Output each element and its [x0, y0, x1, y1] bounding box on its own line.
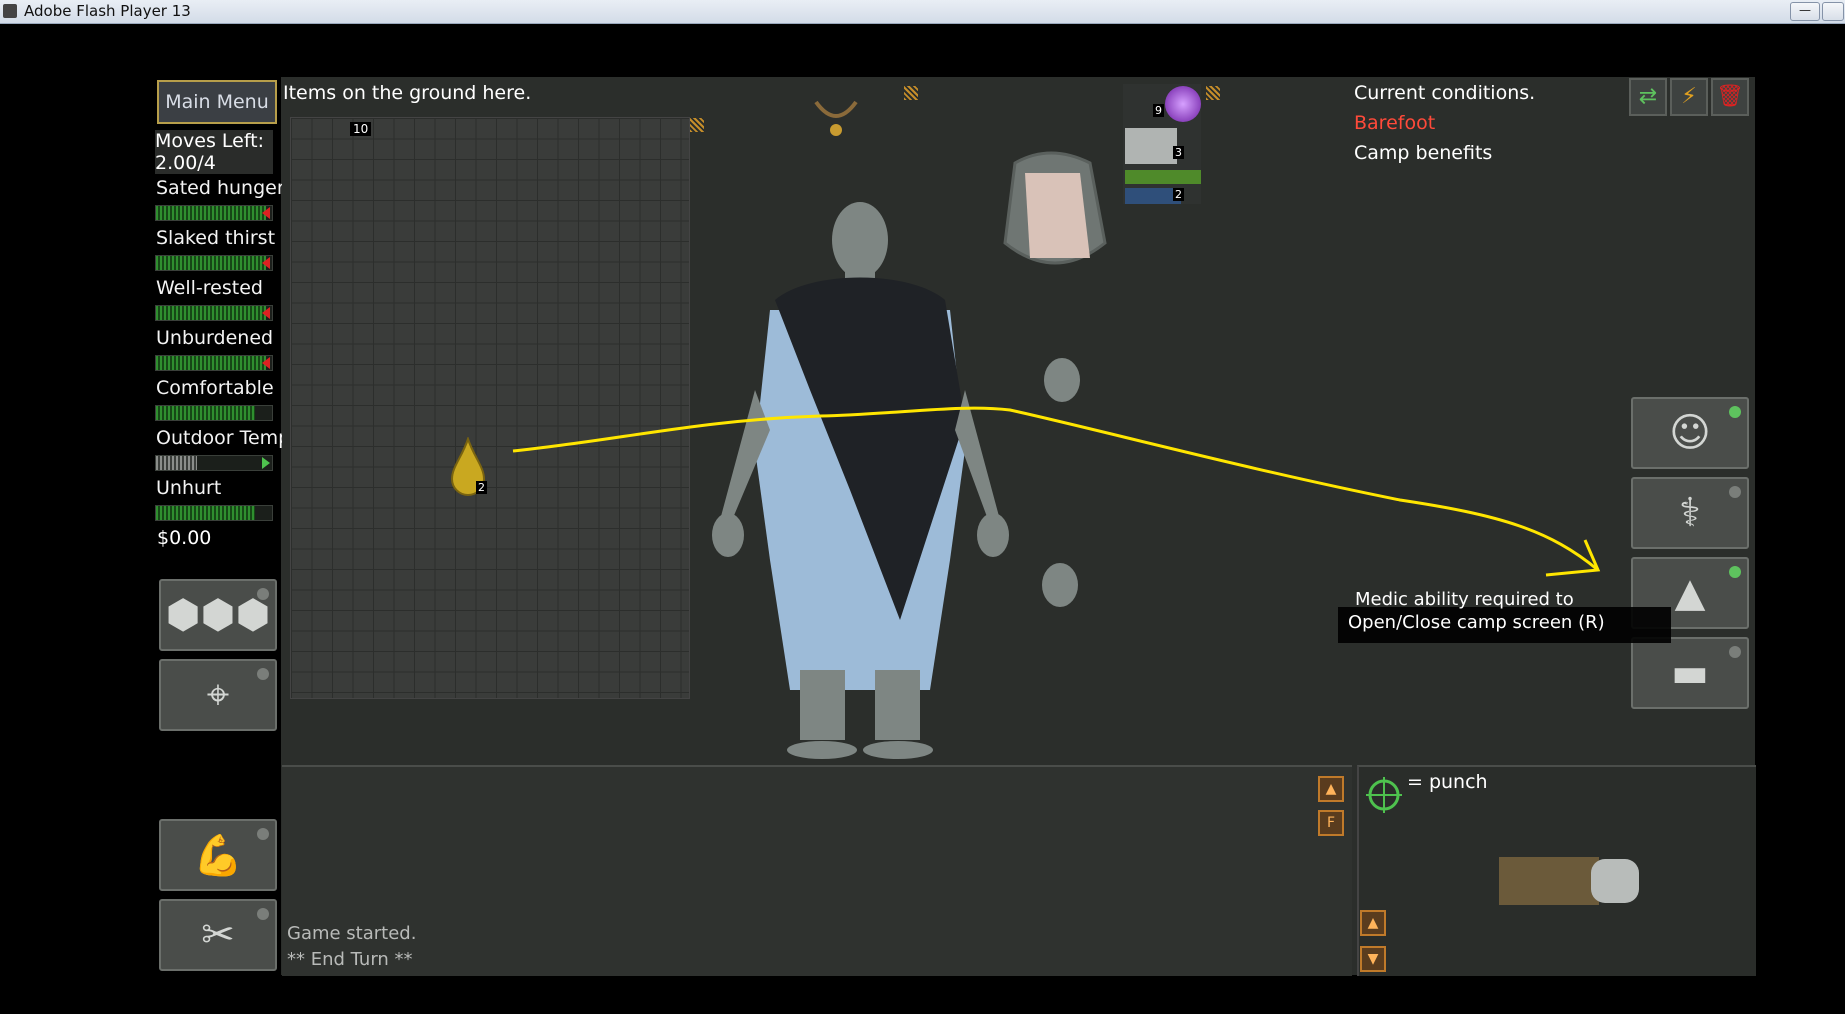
caduceus-icon: ⚕	[1679, 490, 1701, 536]
log-scroll-up-button[interactable]: ▲	[1318, 776, 1344, 802]
stat-comfort-bar	[155, 405, 273, 421]
quick-items-menu-icon[interactable]	[1206, 86, 1220, 100]
crosshair-icon[interactable]	[1364, 775, 1404, 815]
moves-left-value: 2.00/4	[155, 152, 216, 174]
grid-menu-icon[interactable]	[690, 118, 704, 132]
stat-bar-fill	[156, 306, 267, 320]
stat-thirst-bar	[155, 255, 273, 271]
arrow-up-icon: ▲	[1367, 915, 1379, 931]
attack-label: = punch	[1407, 771, 1488, 793]
person-icon: ☺	[1669, 410, 1711, 456]
item-stack-count: 2	[476, 481, 487, 494]
log-line: Game started.	[287, 923, 417, 944]
money-display: $0.00	[157, 527, 212, 549]
vehicle-button[interactable]: ▬	[1631, 637, 1749, 709]
stat-health-bar	[155, 505, 273, 521]
flash-app-icon	[3, 4, 17, 18]
stat-bar-fill	[156, 356, 267, 370]
compass-icon: ⌖	[206, 672, 230, 718]
car-icon: ▬	[1671, 650, 1709, 696]
stat-marker-icon	[262, 307, 270, 319]
log-filter-button[interactable]: F	[1318, 810, 1344, 836]
ammo-item-icon	[1125, 170, 1201, 184]
ground-items-grid[interactable]	[290, 117, 690, 699]
arrow-up-icon: ▲	[1325, 781, 1337, 797]
conditions-title: Current conditions.	[1354, 82, 1536, 104]
window-title-bar: Adobe Flash Player 13 —	[0, 0, 1845, 24]
stat-rested-bar	[155, 305, 273, 321]
stat-bar-fill	[156, 456, 197, 470]
moves-left-panel: Moves Left: 2.00/4	[155, 130, 273, 174]
stat-bar-fill	[156, 506, 255, 520]
skills-button[interactable]: ⬢⬢⬢	[159, 579, 277, 651]
ground-count-badge: 10	[350, 122, 372, 136]
quick-items-stack[interactable]: 9 3 2	[1123, 84, 1201, 204]
lightning-icon: ⚡	[1681, 84, 1697, 109]
ground-items-title: Items on the ground here.	[283, 82, 532, 104]
temp-arrow-icon	[262, 457, 270, 469]
stat-burden-bar	[155, 355, 273, 371]
stat-thirst-label: Slaked thirst	[156, 227, 276, 249]
papers-item-icon	[1125, 128, 1177, 164]
attack-scroll-down-button[interactable]: ▼	[1360, 946, 1386, 972]
minimize-button[interactable]: —	[1790, 2, 1820, 21]
trash-button[interactable]: 🗑	[1711, 78, 1749, 116]
stat-bar-fill	[156, 256, 267, 270]
arm-sleeve-image	[1499, 857, 1599, 905]
trash-icon: 🗑	[1716, 84, 1744, 109]
stat-bar-fill	[156, 406, 255, 420]
equipment-menu-icon[interactable]	[904, 86, 918, 100]
stack-count: 3	[1173, 146, 1184, 159]
main-menu-button[interactable]: Main Menu	[157, 80, 277, 124]
crafting-button[interactable]: ✂	[159, 899, 277, 971]
stat-rested-label: Well-rested	[156, 277, 263, 299]
left-glove-slot-icon[interactable]	[1036, 345, 1088, 405]
backpack-slot-icon[interactable]	[995, 143, 1110, 283]
tooltip-line-1: Medic ability required to	[1355, 589, 1574, 610]
light-button[interactable]: ⚡	[1670, 78, 1708, 116]
arrow-down-icon: ▼	[1367, 951, 1379, 967]
attack-panel: = punch	[1357, 765, 1756, 976]
stack-count: 2	[1173, 188, 1184, 201]
hexes-icon: ⬢⬢⬢	[165, 592, 271, 638]
stack-count: 9	[1153, 104, 1164, 117]
strength-button[interactable]: 💪	[159, 819, 277, 891]
flexed-arm-icon: 💪	[193, 832, 243, 879]
log-line: ** End Turn **	[287, 949, 413, 970]
filter-icon: F	[1326, 815, 1336, 831]
tooltip-line-2: Open/Close camp screen (R)	[1348, 612, 1605, 633]
stat-health-label: Unhurt	[156, 477, 222, 499]
stat-temp-bar	[155, 455, 273, 471]
moves-left-label: Moves Left:	[155, 130, 265, 152]
maximize-button[interactable]	[1822, 2, 1844, 21]
stat-hunger-label: Sated hunger	[156, 177, 282, 199]
tools-icon: ✂	[201, 912, 235, 958]
window-title: Adobe Flash Player 13	[24, 2, 191, 20]
character-button[interactable]: ☺	[1631, 397, 1749, 469]
attack-scroll-up-button[interactable]: ▲	[1360, 910, 1386, 936]
stat-bar-fill	[156, 206, 267, 220]
stat-marker-icon	[262, 357, 270, 369]
stat-burden-label: Unburdened	[156, 327, 274, 349]
right-glove-slot-icon[interactable]	[1034, 555, 1086, 615]
condition-camp-benefits: Camp benefits	[1354, 142, 1493, 164]
character-figure[interactable]	[700, 190, 1020, 760]
necklace-slot-icon[interactable]	[810, 90, 862, 140]
stat-comfort-label: Comfortable	[156, 377, 274, 399]
map-button[interactable]: ⌖	[159, 659, 277, 731]
stat-marker-icon	[262, 257, 270, 269]
stat-marker-icon	[262, 207, 270, 219]
medic-button[interactable]: ⚕	[1631, 477, 1749, 549]
swap-arrows-button[interactable]: ⇄	[1629, 78, 1667, 116]
condition-barefoot: Barefoot	[1354, 112, 1436, 134]
disc-item-icon	[1165, 86, 1201, 122]
stat-hunger-bar	[155, 205, 273, 221]
fist-icon	[1591, 859, 1639, 903]
stat-temp-label: Outdoor Temp	[156, 427, 282, 449]
swap-arrows-icon: ⇄	[1638, 84, 1658, 109]
message-log[interactable]: Game started. ** End Turn **	[282, 765, 1352, 976]
